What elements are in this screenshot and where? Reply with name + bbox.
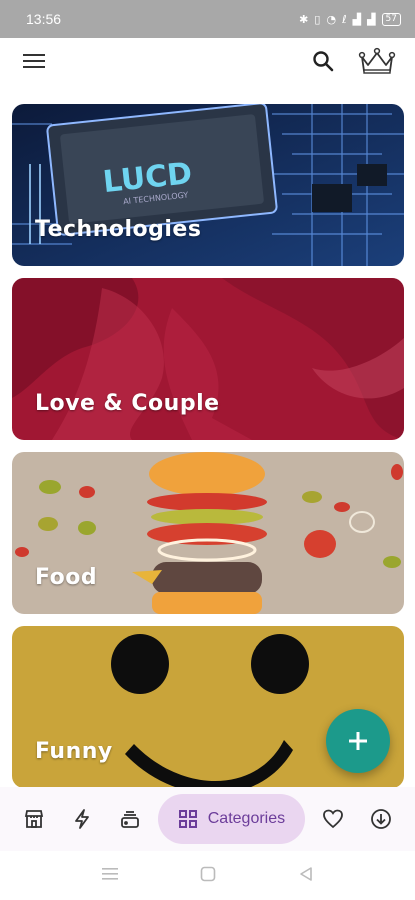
recent-apps-icon[interactable] (101, 866, 118, 885)
search-icon[interactable] (309, 47, 337, 75)
system-navigation-bar (0, 851, 415, 900)
back-icon[interactable] (298, 866, 314, 886)
layers-icon (120, 811, 139, 828)
signal-icon: ▟ (367, 12, 376, 26)
bluetooth-icon: ✱ (299, 12, 309, 26)
category-card-love-couple[interactable]: Love & Couple (12, 278, 404, 440)
grid-icon (178, 810, 197, 828)
wifi-icon: ◔ (326, 12, 337, 26)
add-fab-button[interactable] (326, 709, 390, 773)
category-label: Love & Couple (35, 391, 220, 416)
nav-collections[interactable] (106, 797, 154, 841)
plus-icon (349, 732, 367, 750)
home-icon[interactable] (200, 866, 216, 886)
nav-favorites[interactable] (309, 797, 357, 841)
battery-indicator: 57 (381, 12, 401, 26)
category-list: LUCD AI TECHNOLOGY Technologies Love & C… (12, 104, 404, 800)
category-label: Food (35, 565, 98, 590)
category-label: Funny (35, 739, 113, 764)
status-bar: 13:56 ✱ ▯ ◔ ℓ ▟ ▟ 57 (0, 0, 415, 38)
nav-categories[interactable]: Categories (157, 794, 306, 844)
category-card-food[interactable]: Food (12, 452, 404, 614)
app-bar (0, 38, 415, 84)
nav-store[interactable] (10, 797, 58, 841)
store-icon (24, 810, 44, 828)
status-icons: ✱ ▯ ◔ ℓ ▟ ▟ 57 (299, 12, 401, 26)
volte-icon: ℓ (342, 12, 347, 26)
nav-trending[interactable] (58, 797, 106, 841)
bottom-navigation: Categories (0, 787, 415, 851)
status-time: 13:56 (26, 11, 62, 27)
hamburger-menu-icon[interactable] (20, 47, 48, 75)
category-card-technologies[interactable]: LUCD AI TECHNOLOGY Technologies (12, 104, 404, 266)
nav-downloads[interactable] (357, 797, 405, 841)
vibrate-icon: ▯ (314, 12, 321, 26)
signal-icon: ▟ (352, 12, 362, 26)
download-icon (371, 809, 391, 829)
nav-categories-label: Categories (207, 810, 286, 827)
bolt-icon (74, 809, 89, 829)
category-label: Technologies (35, 217, 202, 242)
heart-icon (323, 809, 344, 829)
crown-icon[interactable] (357, 47, 397, 75)
